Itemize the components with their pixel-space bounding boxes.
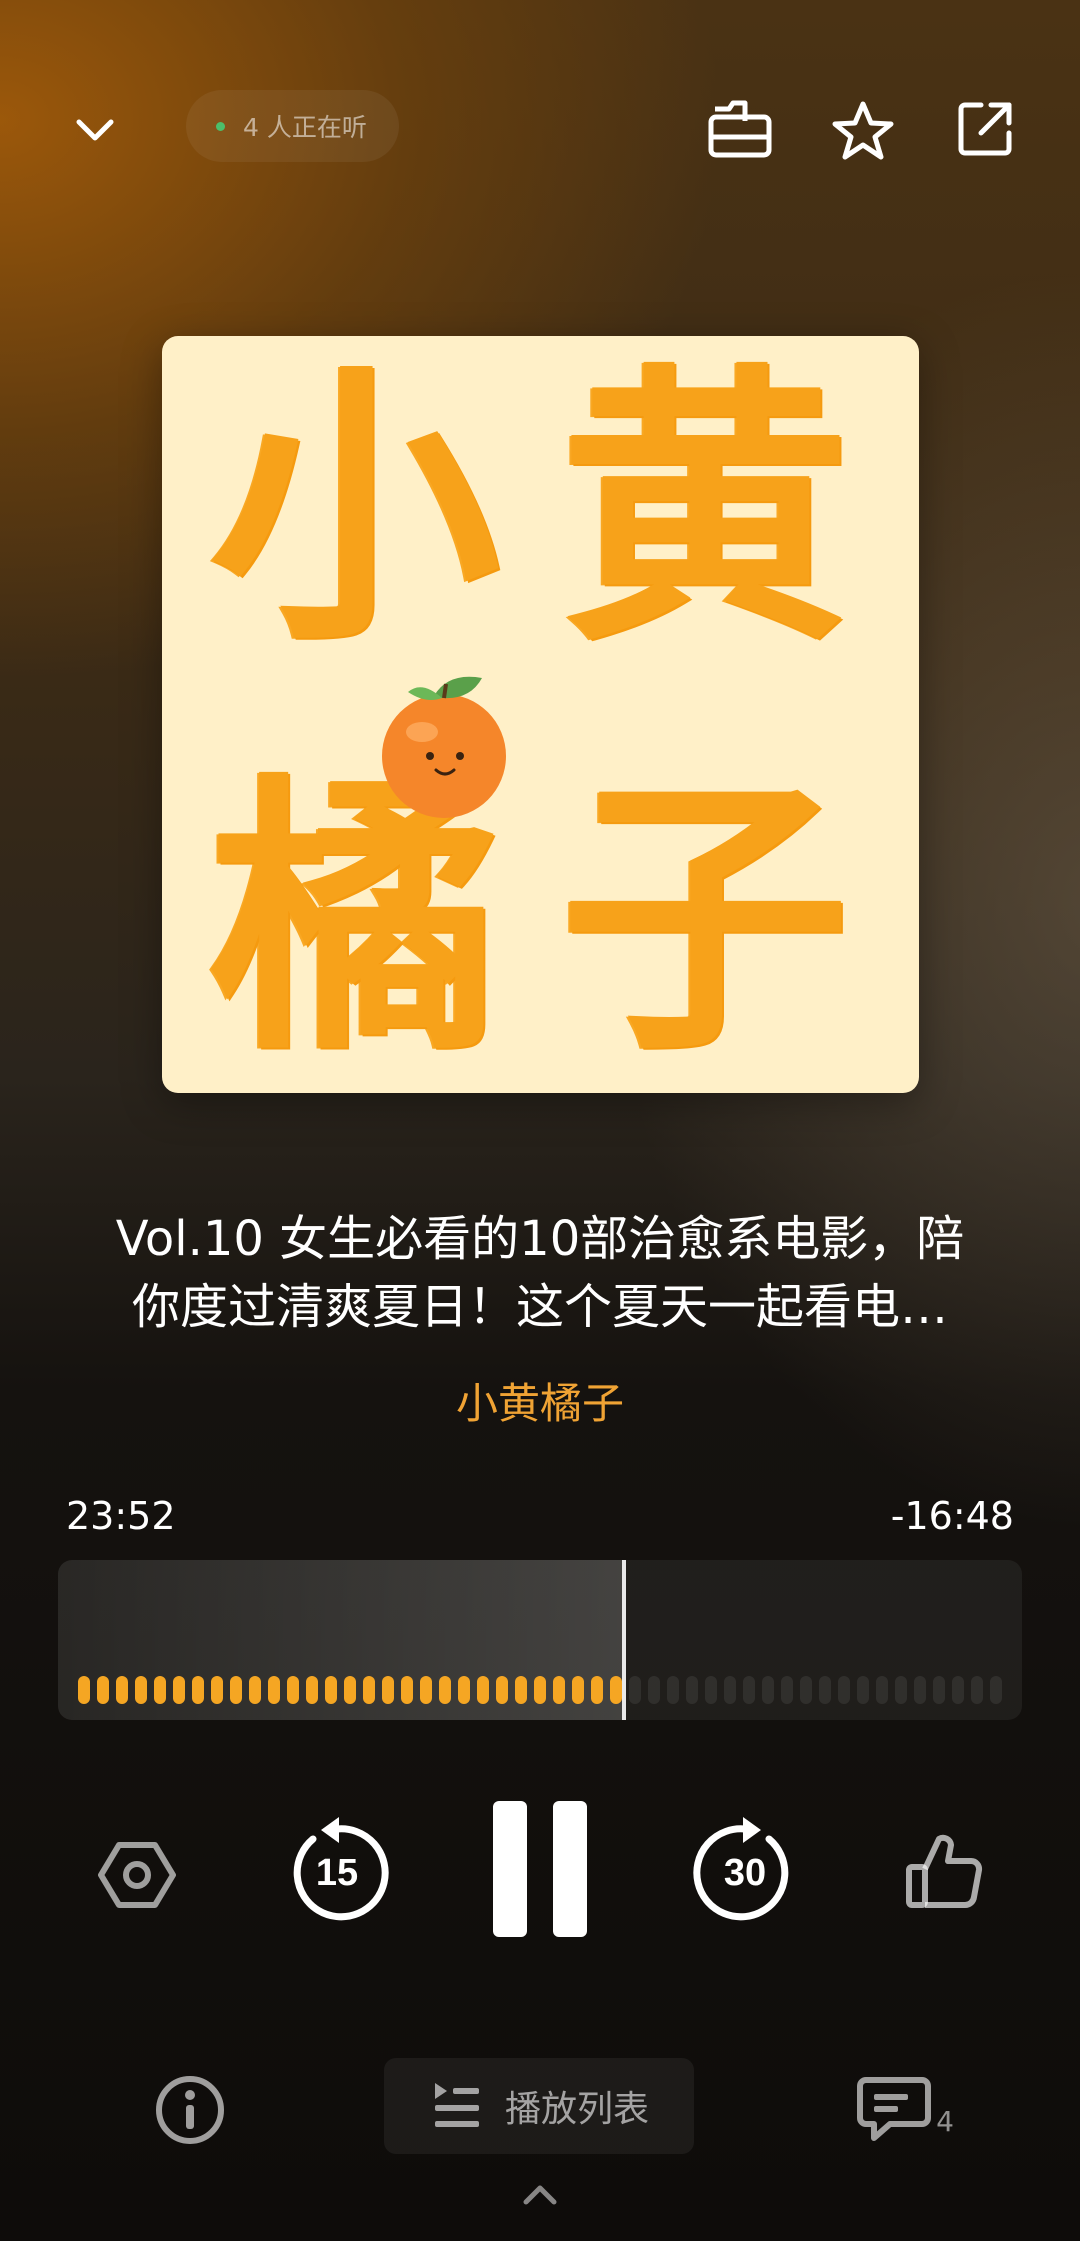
episode-title[interactable]: Vol.10 女生必看的10部治愈系电影，陪你度过清爽夏日！这个夏天一起看电影吧: [110, 1205, 970, 1341]
star-icon: [832, 101, 894, 160]
waveform-bar: [116, 1676, 128, 1704]
cover-char: 子: [560, 752, 850, 1089]
top-bar: 4 人正在听: [0, 0, 1080, 260]
share-button[interactable]: [946, 88, 1026, 168]
settings-button[interactable]: [92, 1830, 182, 1920]
waveform-bar: [382, 1676, 394, 1704]
waveform-bar: [572, 1676, 584, 1704]
cover-char: 黄: [560, 342, 850, 679]
waveform-bar: [610, 1676, 622, 1704]
bottom-bar: 播放列表 4: [0, 2040, 1080, 2240]
waveform-bar: [648, 1676, 660, 1704]
waveform-bar: [800, 1676, 812, 1704]
progress-waveform-scrubber[interactable]: [58, 1560, 1022, 1720]
waveform-bar: [629, 1676, 641, 1704]
remaining-time: -16:48: [890, 1494, 1014, 1538]
waveform-bar: [420, 1676, 432, 1704]
waveform-bar: [990, 1676, 1002, 1704]
waveform-bar: [249, 1676, 261, 1704]
waveform-bar: [477, 1676, 489, 1704]
expand-button[interactable]: [510, 2170, 570, 2220]
waveform-bar: [439, 1676, 451, 1704]
pause-icon: [553, 1801, 587, 1937]
waveform-bar: [857, 1676, 869, 1704]
waveform-bar: [686, 1676, 698, 1704]
comments-count: 4: [936, 2104, 954, 2138]
waveform-bar: [743, 1676, 755, 1704]
waveform-bar: [667, 1676, 679, 1704]
waveform-bar: [230, 1676, 242, 1704]
waveform-bar: [895, 1676, 907, 1704]
waveform-bar: [401, 1676, 413, 1704]
playback-controls: 15 30: [0, 1790, 1080, 1950]
listeners-text: 4 人正在听: [243, 113, 367, 142]
info-icon: [156, 2076, 224, 2144]
like-button[interactable]: [898, 1826, 990, 1918]
forward-button[interactable]: 30: [690, 1816, 800, 1926]
rewind-15-icon: 15: [293, 1817, 389, 1921]
waveform-bar: [268, 1676, 280, 1704]
hexagon-settings-icon: [98, 1842, 176, 1908]
elapsed-time: 23:52: [66, 1494, 176, 1538]
share-icon: [958, 102, 1012, 156]
waveform-bar: [553, 1676, 565, 1704]
player-screen: 4 人正在听 小 黄 橘 子 Vol.10 女生必看的10部治愈系电影，陪你度过…: [0, 0, 1080, 2241]
live-dot: [216, 121, 225, 131]
waveform-bar: [952, 1676, 964, 1704]
waveform-bar: [211, 1676, 223, 1704]
cover-char: 小: [210, 342, 500, 679]
thumbs-up-icon: [906, 1834, 983, 1909]
waveform-bar: [876, 1676, 888, 1704]
comments-button[interactable]: 4: [850, 2068, 960, 2152]
forward-30-icon: 30: [693, 1817, 789, 1921]
listeners-badge: 4 人正在听: [186, 90, 399, 162]
waveform-bar: [135, 1676, 147, 1704]
pause-button[interactable]: [480, 1796, 600, 1942]
waveform-bar: [325, 1676, 337, 1704]
waveform-bar: [838, 1676, 850, 1704]
waveform-bar: [287, 1676, 299, 1704]
waveform-bar: [724, 1676, 736, 1704]
waveform-bar: [781, 1676, 793, 1704]
playlist-label: 播放列表: [504, 2089, 649, 2130]
subscribe-icon: [708, 100, 772, 158]
podcast-author[interactable]: 小黄橘子: [0, 1370, 1080, 1431]
waveform-bar: [154, 1676, 166, 1704]
collapse-button[interactable]: [60, 95, 130, 165]
waveform-bar: [458, 1676, 470, 1704]
pause-icon: [493, 1801, 527, 1937]
favorite-button[interactable]: [820, 88, 906, 174]
playlist-icon: [434, 2083, 479, 2127]
waveform-bars: [78, 1674, 1002, 1706]
forward-seconds: 30: [724, 1852, 766, 1894]
chevron-up-icon: [523, 2185, 557, 2205]
comment-icon: [857, 2077, 932, 2141]
waveform-bar: [173, 1676, 185, 1704]
playlist-button[interactable]: 播放列表: [384, 2058, 694, 2154]
waveform-bar: [97, 1676, 109, 1704]
waveform-bar: [515, 1676, 527, 1704]
subscribe-button[interactable]: [700, 88, 780, 168]
rewind-seconds: 15: [316, 1852, 358, 1894]
waveform-bar: [534, 1676, 546, 1704]
orange-mascot-icon: [382, 676, 506, 818]
waveform-bar: [363, 1676, 375, 1704]
chevron-down-icon: [76, 119, 114, 141]
waveform-bar: [306, 1676, 318, 1704]
waveform-bar: [914, 1676, 926, 1704]
rewind-button[interactable]: 15: [282, 1816, 392, 1926]
waveform-bar: [971, 1676, 983, 1704]
waveform-bar: [192, 1676, 204, 1704]
info-button[interactable]: [150, 2070, 230, 2150]
waveform-bar: [705, 1676, 717, 1704]
waveform-bar: [819, 1676, 831, 1704]
waveform-bar: [762, 1676, 774, 1704]
waveform-bar: [78, 1676, 90, 1704]
waveform-bar: [933, 1676, 945, 1704]
waveform-bar: [496, 1676, 508, 1704]
playhead[interactable]: [622, 1560, 626, 1720]
waveform-bar: [344, 1676, 356, 1704]
podcast-cover: 小 黄 橘 子: [162, 336, 919, 1093]
waveform-bar: [591, 1676, 603, 1704]
